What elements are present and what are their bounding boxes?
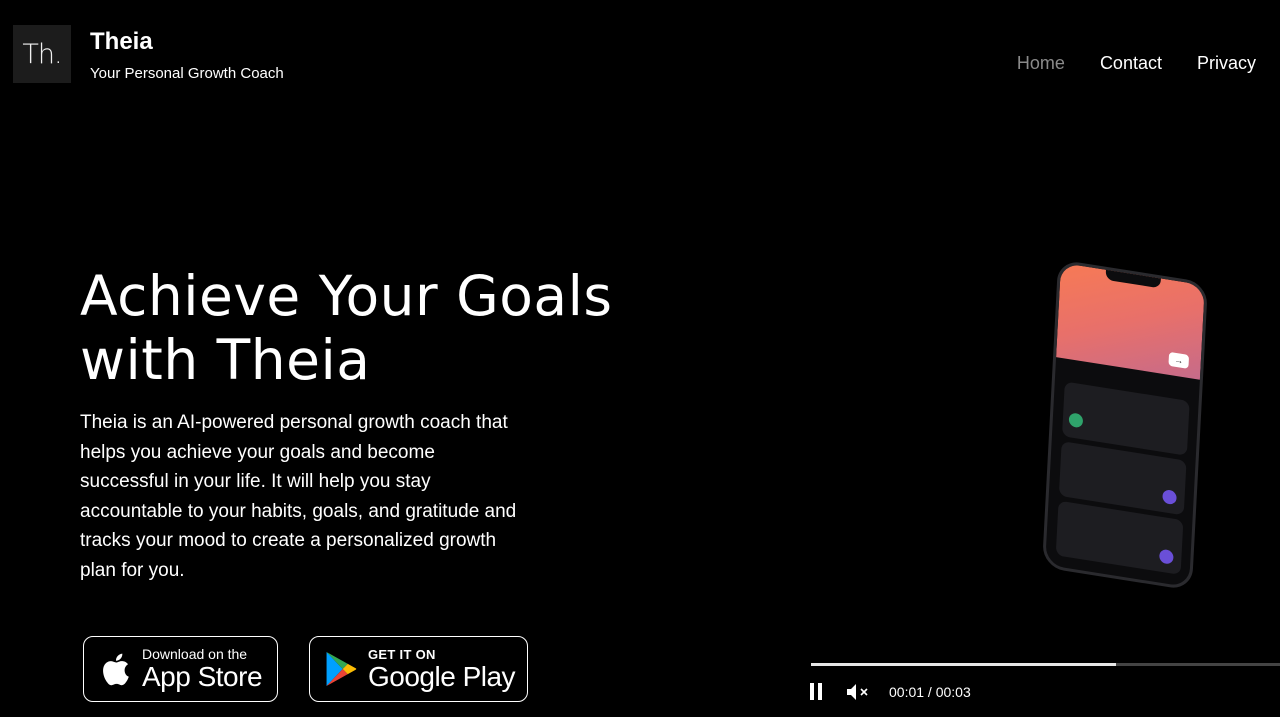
google-play-small-text: GET IT ON <box>368 646 436 662</box>
google-play-big-text: Google Play <box>368 660 516 692</box>
brand-name[interactable]: Theia <box>90 28 153 56</box>
hero-title: Achieve Your Goals with Theia <box>80 264 613 392</box>
video-progress-fill <box>811 663 1116 666</box>
app-store-small-text: Download on the <box>142 646 248 662</box>
app-store-button[interactable]: Download on the App Store <box>83 636 278 702</box>
main-nav: Home Contact Privacy <box>1017 53 1256 74</box>
nav-privacy-link[interactable]: Privacy <box>1197 53 1256 74</box>
logo[interactable]: Th. <box>13 25 71 83</box>
phone-arrow-icon: → <box>1168 351 1190 369</box>
play-purple-icon <box>1159 548 1174 565</box>
phone-mockup: → <box>1041 259 1209 591</box>
pause-icon-bar <box>818 683 822 700</box>
video-time: 00:01 / 00:03 <box>889 684 971 700</box>
nav-home-link[interactable]: Home <box>1017 53 1065 74</box>
brand-tagline: Your Personal Growth Coach <box>90 65 284 82</box>
pause-icon <box>810 683 814 700</box>
logo-text: Th. <box>22 38 62 70</box>
hero-description: Theia is an AI-powered personal growth c… <box>80 412 517 581</box>
play-green-icon <box>1068 412 1084 429</box>
apple-icon <box>98 649 132 689</box>
nav-contact-link[interactable]: Contact <box>1100 53 1162 74</box>
pause-button[interactable] <box>810 683 824 701</box>
video-progress-bar[interactable] <box>811 663 1280 666</box>
app-store-big-text: App Store <box>142 661 263 692</box>
muted-speaker-icon <box>847 684 868 700</box>
play-purple-icon <box>1162 489 1177 506</box>
app-preview-video[interactable]: → <box>1030 259 1215 591</box>
google-play-button[interactable]: GET IT ON Google Play <box>309 636 528 702</box>
mute-button[interactable] <box>845 682 871 702</box>
google-play-icon <box>324 649 358 689</box>
